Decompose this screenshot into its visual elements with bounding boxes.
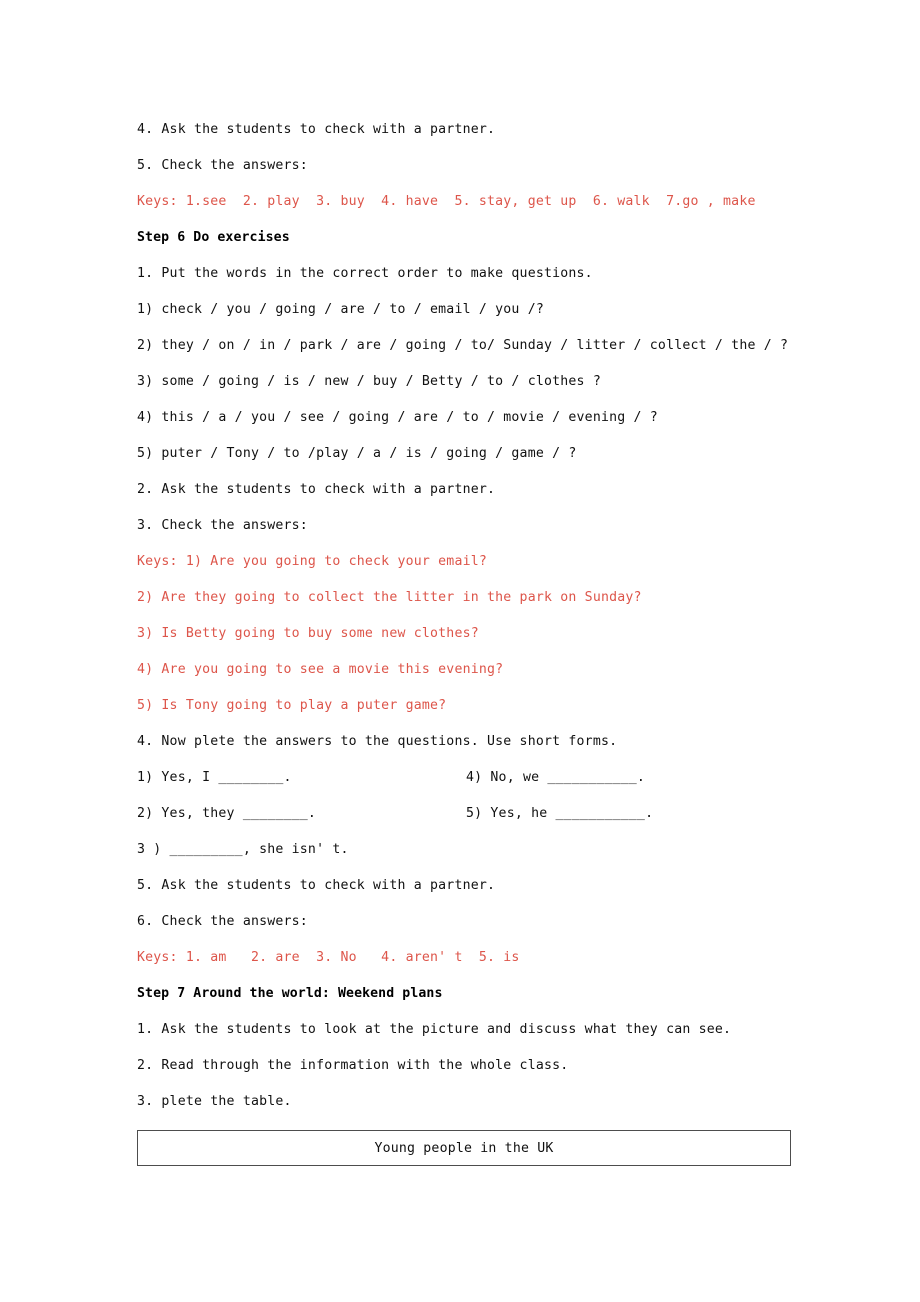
exercise-item: 2) they / on / in / park / are / going /…: [137, 338, 789, 353]
text-line: 1. Ask the students to look at the pictu…: [137, 1022, 732, 1037]
text-line: 1. Put the words in the correct order to…: [137, 266, 593, 281]
text-line: 2. Ask the students to check with a part…: [137, 482, 496, 497]
answer-row: 3 ) _________, she isn' t.: [137, 832, 793, 868]
answer-key-line: Keys: 1.see 2. play 3. buy 4. have 5. st…: [137, 194, 756, 209]
answer-key-line: 4) Are you going to see a movie this eve…: [137, 662, 504, 677]
section-heading-step-7: Step 7 Around the world: Weekend plans: [137, 986, 443, 1001]
exercise-item: 3) some / going / is / new / buy / Betty…: [137, 374, 601, 389]
text-line: 5. Ask the students to check with a part…: [137, 878, 496, 893]
answer-blank-item: 1) Yes, I ________.: [137, 770, 292, 785]
answer-key-line: Keys: 1. am 2. are 3. No 4. aren' t 5. i…: [137, 950, 520, 965]
answer-key-line: 2) Are they going to collect the litter …: [137, 590, 642, 605]
text-line: 6. Check the answers:: [137, 914, 308, 929]
answer-key-line: Keys: 1) Are you going to check your ema…: [137, 554, 488, 569]
exercise-item: 5) puter / Tony / to /play / a / is / go…: [137, 446, 577, 461]
answer-blank-item: 4) No, we ___________.: [466, 770, 646, 785]
text-line: 5. Check the answers:: [137, 158, 308, 173]
section-heading-step-6: Step 6 Do exercises: [137, 230, 290, 245]
answer-blank-item: 5) Yes, he ___________.: [466, 806, 654, 821]
answer-row: 1) Yes, I ________. 4) No, we __________…: [137, 760, 793, 796]
uk-table-header-cell: Young people in the UK: [374, 1140, 554, 1156]
uk-table: Young people in the UK: [137, 1130, 791, 1166]
text-line: 4. Now plete the answers to the question…: [137, 734, 618, 749]
answer-row: 2) Yes, they ________. 5) Yes, he ______…: [137, 796, 793, 832]
answer-key-line: 5) Is Tony going to play a puter game?: [137, 698, 447, 713]
exercise-item: 1) check / you / going / are / to / emai…: [137, 302, 544, 317]
document-page: 4. Ask the students to check with a part…: [0, 0, 920, 1302]
text-line: 2. Read through the information with the…: [137, 1058, 569, 1073]
answer-blank-item: 2) Yes, they ________.: [137, 806, 317, 821]
answer-key-line: 3) Is Betty going to buy some new clothe…: [137, 626, 479, 641]
exercise-item: 4) this / a / you / see / going / are / …: [137, 410, 658, 425]
document-body: 4. Ask the students to check with a part…: [137, 112, 793, 1166]
text-line: 4. Ask the students to check with a part…: [137, 122, 496, 137]
text-line: 3. plete the table.: [137, 1094, 292, 1109]
answer-blank-item: 3 ) _________, she isn' t.: [137, 842, 349, 857]
text-line: 3. Check the answers:: [137, 518, 308, 533]
